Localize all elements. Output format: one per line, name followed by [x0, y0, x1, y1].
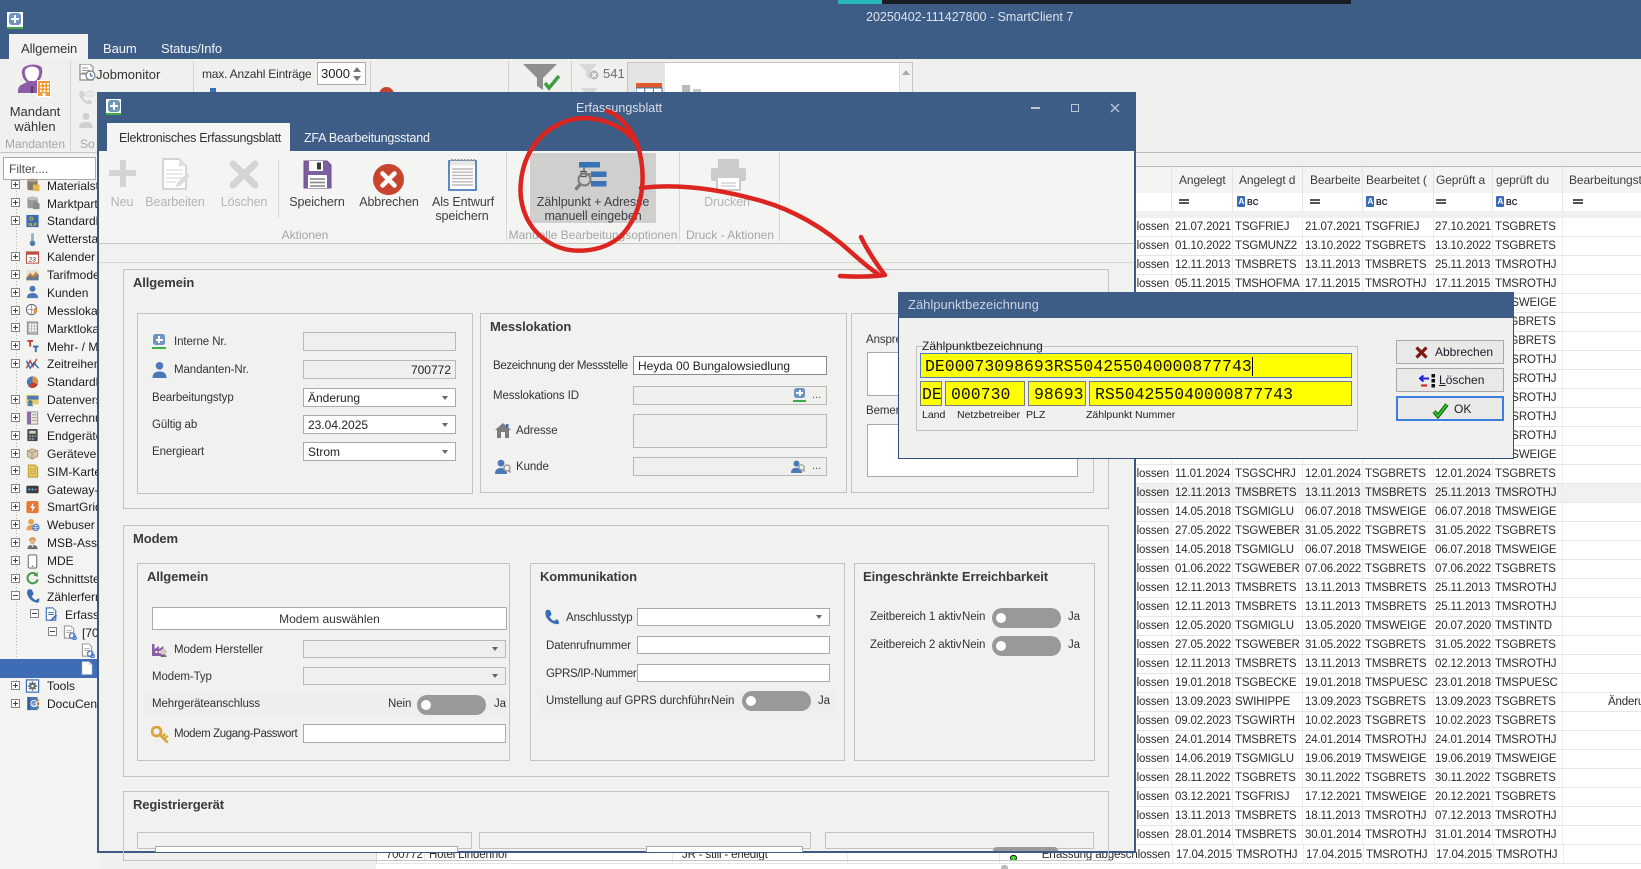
svg-text:@: @: [32, 702, 38, 708]
svg-text:23: 23: [29, 256, 37, 263]
svg-text:SLP: SLP: [28, 222, 37, 227]
